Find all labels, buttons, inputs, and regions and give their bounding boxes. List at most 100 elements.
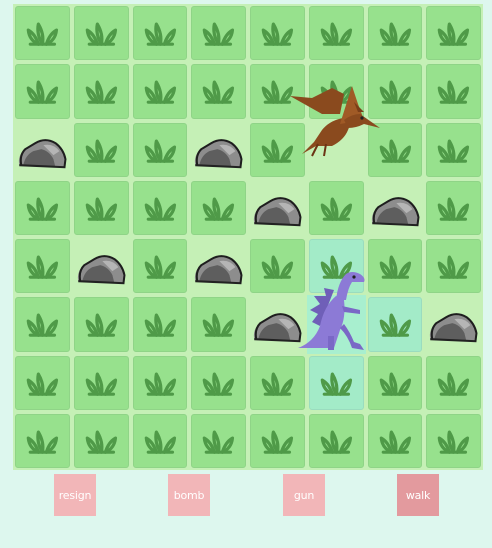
grass-cell[interactable] bbox=[307, 354, 366, 412]
grass-icon bbox=[379, 371, 411, 396]
grass-cell[interactable] bbox=[72, 179, 131, 237]
grass-cell[interactable] bbox=[366, 412, 425, 470]
grass-cell[interactable] bbox=[189, 412, 248, 470]
grass-icon bbox=[202, 22, 235, 46]
grass-cell[interactable] bbox=[13, 412, 72, 470]
grass-cell[interactable] bbox=[131, 179, 190, 237]
pterodactyl-icon bbox=[290, 86, 380, 157]
grass-cell[interactable] bbox=[72, 412, 131, 470]
grass-cell[interactable] bbox=[189, 295, 248, 353]
grass-icon bbox=[437, 138, 470, 163]
rock-icon bbox=[195, 255, 243, 285]
grass-cell[interactable] bbox=[131, 4, 190, 62]
grass-cell[interactable] bbox=[189, 62, 248, 120]
grass-cell[interactable] bbox=[189, 179, 248, 237]
grass-cell[interactable] bbox=[131, 121, 190, 179]
grass-cell[interactable] bbox=[424, 237, 483, 295]
grass-cell[interactable] bbox=[131, 62, 190, 120]
rock-cell[interactable] bbox=[424, 295, 483, 353]
grass-icon bbox=[26, 22, 59, 46]
rock-cell[interactable] bbox=[189, 237, 248, 295]
grass-icon bbox=[437, 197, 470, 221]
grass-icon bbox=[144, 22, 176, 46]
grass-cell[interactable] bbox=[13, 4, 72, 62]
grass-cell[interactable] bbox=[307, 412, 366, 470]
grass-icon bbox=[26, 371, 59, 396]
grass-cell[interactable] bbox=[72, 4, 131, 62]
grass-cell[interactable] bbox=[13, 295, 72, 353]
grass-cell[interactable] bbox=[131, 354, 190, 412]
grass-cell[interactable] bbox=[424, 179, 483, 237]
resign-button[interactable]: resign bbox=[54, 474, 96, 516]
grass-icon bbox=[144, 197, 176, 221]
walk-button[interactable]: walk bbox=[397, 474, 439, 516]
grass-cell[interactable] bbox=[424, 4, 483, 62]
dinosaur-icon bbox=[298, 272, 365, 350]
rock-icon bbox=[195, 138, 243, 168]
grass-cell[interactable] bbox=[366, 295, 425, 353]
grass-icon bbox=[320, 22, 352, 46]
grass-cell[interactable] bbox=[189, 4, 248, 62]
grass-cell[interactable] bbox=[424, 412, 483, 470]
grass-icon bbox=[437, 430, 470, 454]
grass-icon bbox=[85, 313, 117, 338]
grass-cell[interactable] bbox=[72, 295, 131, 353]
grass-icon bbox=[202, 80, 235, 105]
grass-icon bbox=[202, 197, 235, 221]
grass-cell[interactable] bbox=[307, 179, 366, 237]
grass-icon bbox=[379, 22, 411, 46]
grass-cell[interactable] bbox=[72, 62, 131, 120]
grass-cell[interactable] bbox=[248, 412, 307, 470]
grass-icon bbox=[26, 255, 59, 279]
grass-icon bbox=[26, 313, 59, 338]
grass-icon bbox=[320, 430, 352, 454]
grass-cell[interactable] bbox=[72, 354, 131, 412]
grass-cell[interactable] bbox=[424, 62, 483, 120]
rock-cell[interactable] bbox=[366, 179, 425, 237]
grass-cell[interactable] bbox=[366, 354, 425, 412]
grass-cell[interactable] bbox=[13, 62, 72, 120]
rock-icon bbox=[430, 313, 478, 343]
grass-cell[interactable] bbox=[13, 354, 72, 412]
grass-icon bbox=[202, 313, 235, 338]
grass-cell[interactable] bbox=[248, 4, 307, 62]
grass-icon bbox=[144, 430, 176, 454]
bomb-button[interactable]: bomb bbox=[168, 474, 210, 516]
rock-cell[interactable] bbox=[13, 121, 72, 179]
rock-cell[interactable] bbox=[72, 237, 131, 295]
grass-icon bbox=[85, 22, 117, 46]
grass-icon bbox=[320, 371, 352, 396]
grass-cell[interactable] bbox=[13, 237, 72, 295]
rock-icon bbox=[18, 138, 67, 168]
grass-cell[interactable] bbox=[424, 121, 483, 179]
grass-icon bbox=[26, 80, 59, 105]
game-board bbox=[13, 4, 483, 470]
grass-icon bbox=[437, 80, 470, 105]
grass-cell[interactable] bbox=[248, 354, 307, 412]
grass-cell[interactable] bbox=[131, 237, 190, 295]
grass-cell[interactable] bbox=[307, 4, 366, 62]
grass-cell[interactable] bbox=[366, 4, 425, 62]
gun-button[interactable]: gun bbox=[283, 474, 325, 516]
rock-cell[interactable] bbox=[189, 121, 248, 179]
grass-icon bbox=[85, 430, 117, 454]
grass-icon bbox=[437, 255, 470, 279]
grass-cell[interactable] bbox=[424, 354, 483, 412]
grass-icon bbox=[85, 80, 117, 105]
rock-cell[interactable] bbox=[248, 179, 307, 237]
grass-icon bbox=[85, 371, 117, 396]
grass-icon bbox=[379, 430, 411, 454]
grass-cell[interactable] bbox=[72, 121, 131, 179]
grass-icon bbox=[202, 371, 235, 396]
grass-cell[interactable] bbox=[366, 237, 425, 295]
grass-icon bbox=[437, 22, 470, 46]
rock-icon bbox=[77, 255, 126, 285]
grass-icon bbox=[202, 430, 235, 454]
grass-icon bbox=[85, 197, 117, 221]
grass-cell[interactable] bbox=[131, 412, 190, 470]
rock-icon bbox=[371, 196, 419, 226]
grass-cell[interactable] bbox=[13, 179, 72, 237]
grass-cell[interactable] bbox=[189, 354, 248, 412]
grass-icon bbox=[26, 197, 59, 221]
grass-cell[interactable] bbox=[131, 295, 190, 353]
